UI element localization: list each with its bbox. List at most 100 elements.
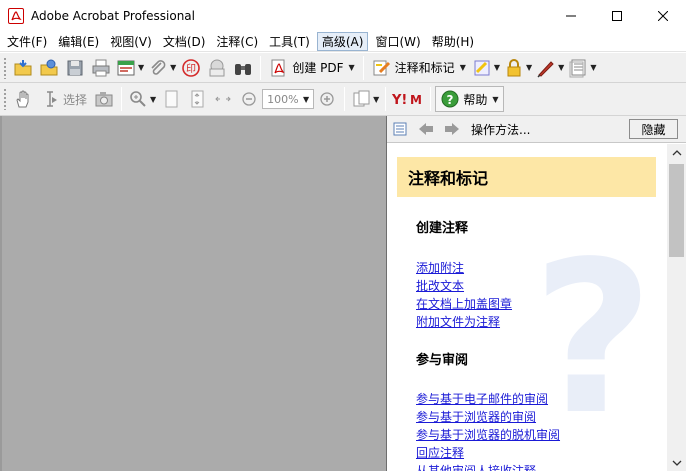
forms-icon: [569, 59, 586, 77]
organizer-icon: [40, 59, 58, 75]
menu-advanced[interactable]: 高级(A): [316, 31, 369, 51]
print-button[interactable]: [88, 55, 114, 81]
section-title-review: 参与审阅: [416, 353, 469, 368]
menu-window[interactable]: 窗口(W): [371, 32, 424, 51]
yahoo-button[interactable]: Y! M: [390, 86, 426, 112]
svg-text:M: M: [410, 93, 422, 107]
forward-button[interactable]: [439, 116, 465, 142]
hide-button[interactable]: 隐藏: [629, 119, 678, 139]
secure-button[interactable]: ▼: [502, 55, 534, 81]
document-area[interactable]: [0, 116, 386, 471]
attach-button[interactable]: ▼: [146, 55, 178, 81]
save-icon: [67, 60, 83, 75]
search-button[interactable]: [230, 55, 256, 81]
menu-bar: 文件(F) 编辑(E) 视图(V) 文档(D) 注释(C) 工具(T) 高级(A…: [0, 31, 686, 52]
secure-email-button[interactable]: [204, 55, 230, 81]
link-attach-file[interactable]: 附加文件为注释: [416, 313, 500, 330]
menu-document[interactable]: 文档(D): [159, 32, 210, 51]
back-button[interactable]: [413, 116, 439, 142]
paperclip-icon: [151, 59, 166, 75]
fit-page-button[interactable]: [184, 86, 210, 112]
scrollbar-thumb[interactable]: [669, 164, 684, 257]
menu-comments[interactable]: 注释(C): [212, 32, 262, 51]
toolbar-grip[interactable]: [3, 88, 7, 110]
menu-file[interactable]: 文件(F): [3, 32, 51, 51]
print-icon: [92, 59, 110, 76]
rotate-pages-icon: [353, 90, 370, 107]
hand-tool-button[interactable]: [10, 86, 36, 112]
rotate-view-button[interactable]: ▼: [349, 86, 381, 112]
link-receive-comments[interactable]: 从其他审阅人接收注释: [416, 462, 536, 471]
zoom-in-button[interactable]: [314, 86, 340, 112]
help-contents-button[interactable]: [387, 116, 413, 142]
scroll-up-button[interactable]: [667, 144, 686, 161]
link-email-review[interactable]: 参与基于电子邮件的审阅: [416, 390, 548, 407]
chevron-down-icon: ▼: [348, 63, 355, 72]
zoom-tool-button[interactable]: ▼: [126, 86, 158, 112]
svg-text:?: ?: [447, 93, 454, 107]
toolbar-separator: [121, 87, 123, 111]
comment-markup-button[interactable]: 注释和标记 ▼: [368, 55, 470, 81]
minimize-button[interactable]: [548, 0, 594, 31]
review-button[interactable]: ▼: [470, 55, 502, 81]
zoom-level-field[interactable]: 100% ▼: [262, 89, 315, 109]
scroll-down-button[interactable]: [667, 454, 686, 471]
section-title-create-comments: 创建注释: [416, 221, 469, 236]
fit-page-icon: [191, 90, 204, 108]
navigation-pane-edge[interactable]: [0, 116, 2, 471]
binoculars-icon: [235, 63, 252, 75]
comment-markup-label: 注释和标记: [394, 61, 455, 75]
select-tool-button[interactable]: 选择: [36, 86, 91, 112]
maximize-icon: [612, 10, 622, 21]
help-banner-title: 注释和标记: [397, 157, 656, 197]
magnifier-icon: [130, 91, 146, 107]
sign-button[interactable]: ▼: [534, 55, 566, 81]
close-button[interactable]: [640, 0, 686, 31]
forms-button[interactable]: ▼: [566, 55, 598, 81]
zoom-out-button[interactable]: [236, 86, 262, 112]
minus-circle-icon: [242, 92, 256, 106]
chevron-down-icon: ▼: [590, 63, 597, 72]
toolbar-separator: [385, 87, 387, 111]
email-button[interactable]: ▼: [114, 55, 146, 81]
create-pdf-button[interactable]: 创建 PDF ▼: [265, 55, 358, 81]
stamp-button[interactable]: 印: [178, 55, 204, 81]
organizer-button[interactable]: [36, 55, 62, 81]
chevron-down-icon: ▼: [459, 63, 466, 72]
fit-width-button[interactable]: [210, 86, 236, 112]
link-offline-review[interactable]: 参与基于浏览器的脱机审阅: [416, 426, 560, 443]
actual-size-button[interactable]: [158, 86, 184, 112]
zoom-level-value: 100%: [267, 92, 299, 106]
save-button[interactable]: [62, 55, 88, 81]
menu-tools[interactable]: 工具(T): [265, 32, 314, 51]
open-button[interactable]: [10, 55, 36, 81]
svg-text:Y!: Y!: [392, 93, 407, 107]
help-button[interactable]: ? 帮助 ▼: [435, 86, 504, 112]
help-scrollbar[interactable]: [667, 144, 686, 471]
create-pdf-icon: [271, 59, 285, 76]
link-stamp-document[interactable]: 在文档上加盖图章: [416, 295, 512, 312]
close-icon: [658, 10, 668, 21]
comment-markup-icon: [373, 60, 390, 75]
help-content: ? 注释和标记 创建注释 添加附注 批改文本 在文档上加盖图章 附加文件为注释 …: [387, 144, 667, 471]
toolbar-separator: [362, 55, 364, 80]
maximize-button[interactable]: [594, 0, 640, 31]
menu-edit[interactable]: 编辑(E): [54, 32, 103, 51]
toolbar-navigation: 选择 ▼ 100% ▼ ▼ Y! M ? 帮助 ▼: [0, 83, 686, 116]
arrow-left-icon: [419, 123, 433, 135]
pen-icon: [537, 60, 554, 78]
snapshot-button[interactable]: [91, 86, 117, 112]
envelope-icon: [209, 59, 225, 76]
link-add-note[interactable]: 添加附注: [416, 259, 464, 276]
menu-help[interactable]: 帮助(H): [428, 32, 478, 51]
menu-view[interactable]: 视图(V): [106, 32, 156, 51]
window-title: Adobe Acrobat Professional: [31, 8, 195, 23]
link-edit-text[interactable]: 批改文本: [416, 277, 464, 294]
chevron-down-icon: ▼: [170, 63, 177, 72]
how-to-panel-header: 操作方法... 隐藏: [387, 116, 686, 143]
title-bar: Adobe Acrobat Professional: [0, 0, 686, 31]
toolbar-separator: [344, 87, 346, 111]
toolbar-grip[interactable]: [3, 56, 7, 79]
link-reply-comments[interactable]: 回应注释: [416, 444, 464, 461]
link-browser-review[interactable]: 参与基于浏览器的审阅: [416, 408, 536, 425]
